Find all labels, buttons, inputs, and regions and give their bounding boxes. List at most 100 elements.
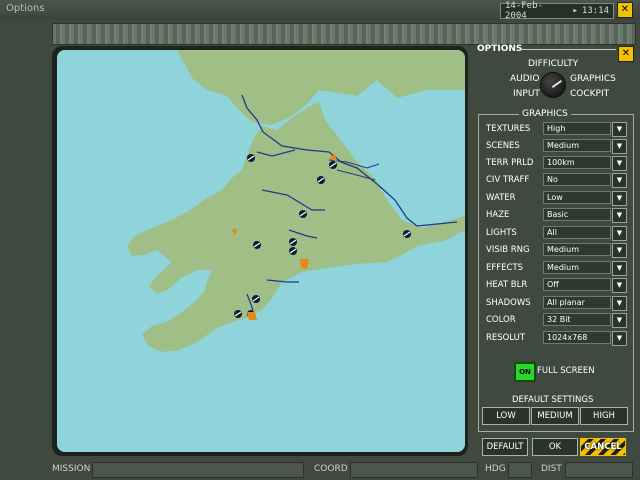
options-divider (520, 49, 616, 50)
chevron-down-icon[interactable]: ▼ (612, 208, 627, 223)
target-icon (403, 230, 411, 238)
default-settings-label: DEFAULT SETTINGS (512, 395, 594, 405)
default-button[interactable]: DEFAULT (482, 438, 528, 456)
terrain-strip (52, 23, 636, 45)
setting-value-select[interactable]: Basic (543, 208, 611, 221)
crimea-map (57, 50, 465, 452)
setting-label: RESOLUT (486, 333, 526, 343)
window-close-icon[interactable]: ✕ (617, 2, 633, 18)
graphics-title: GRAPHICS (519, 109, 571, 119)
setting-label: HAZE (486, 210, 510, 220)
category-knob[interactable] (540, 72, 566, 98)
dist-label: DIST (541, 464, 562, 474)
chevron-down-icon[interactable]: ▼ (612, 296, 627, 311)
chevron-down-icon[interactable]: ▼ (612, 331, 627, 346)
coord-label: COORD (314, 464, 348, 474)
setting-label: TERR PRLD (486, 158, 534, 168)
full-screen-toggle[interactable]: ON (514, 362, 536, 382)
target-icon (299, 210, 307, 218)
setting-value-select[interactable]: High (543, 122, 611, 135)
setting-label: CIV TRAFF (486, 175, 530, 185)
setting-value-select[interactable]: Medium (543, 261, 611, 274)
setting-label: HEAT BLR (486, 280, 528, 290)
dist-field (565, 462, 633, 478)
setting-value-select[interactable]: Medium (543, 243, 611, 256)
target-icon (317, 176, 325, 184)
window-title: Options (6, 3, 45, 14)
setting-row-visib-rng: VISIB RNG Medium ▼ (486, 243, 627, 258)
setting-value-select[interactable]: All planar (543, 296, 611, 309)
setting-row-shadows: SHADOWS All planar ▼ (486, 296, 627, 311)
map-view[interactable] (57, 50, 465, 452)
setting-value-select[interactable]: Low (543, 191, 611, 204)
status-bar: MISSION COORD HDG DIST (0, 460, 640, 480)
target-icon (234, 310, 242, 318)
chevron-down-icon[interactable]: ▼ (612, 173, 627, 188)
coord-field (350, 462, 478, 478)
target-icon (252, 295, 260, 303)
ok-button[interactable]: OK (532, 438, 578, 456)
window-titlebar: Options 14-Feb-2004 ▸ 13:14 ✕ (0, 0, 640, 21)
setting-label: COLOR (486, 315, 516, 325)
chevron-down-icon[interactable]: ▼ (612, 191, 627, 206)
setting-label: WATER (486, 193, 516, 203)
setting-row-lights: LIGHTS All ▼ (486, 226, 627, 241)
setting-row-haze: HAZE Basic ▼ (486, 208, 627, 223)
category-cockpit[interactable]: COCKPIT (570, 89, 609, 99)
setting-row-scenes: SCENES Medium ▼ (486, 139, 627, 154)
setting-value-select[interactable]: All (543, 226, 611, 239)
setting-value-select[interactable]: Medium (543, 139, 611, 152)
setting-value-select[interactable]: 1024x768 (543, 331, 611, 344)
time-readout: 13:14 (581, 6, 609, 16)
setting-label: VISIB RNG (486, 245, 530, 255)
setting-row-effects: EFFECTS Medium ▼ (486, 261, 627, 276)
setting-row-resolut: RESOLUT 1024x768 ▼ (486, 331, 627, 346)
play-icon: ▸ (572, 6, 578, 16)
setting-label: SCENES (486, 141, 520, 151)
setting-value-select[interactable]: Off (543, 278, 611, 291)
target-icon (329, 161, 337, 169)
chevron-down-icon[interactable]: ▼ (612, 122, 627, 137)
target-icon (253, 241, 261, 249)
setting-row-terr-prld: TERR PRLD 100km ▼ (486, 156, 627, 171)
graphics-settings-panel: GRAPHICS TEXTURES High ▼ SCENES Medium ▼… (478, 109, 634, 432)
setting-row-water: WATER Low ▼ (486, 191, 627, 206)
chevron-down-icon[interactable]: ▼ (612, 243, 627, 258)
setting-value-select[interactable]: 100km (543, 156, 611, 169)
category-difficulty[interactable]: DIFFICULTY (528, 59, 578, 69)
chevron-down-icon[interactable]: ▼ (612, 226, 627, 241)
target-icon (247, 154, 255, 162)
setting-row-heat-blr: HEAT BLR Off ▼ (486, 278, 627, 293)
setting-value-select[interactable]: No (543, 173, 611, 186)
chevron-down-icon[interactable]: ▼ (612, 261, 627, 276)
mission-label: MISSION (52, 464, 91, 474)
setting-value-select[interactable]: 32 Bit (543, 313, 611, 326)
chevron-down-icon[interactable]: ▼ (612, 313, 627, 328)
preset-high-button[interactable]: HIGH (580, 407, 628, 425)
setting-row-color: COLOR 32 Bit ▼ (486, 313, 627, 328)
target-icon (289, 247, 297, 255)
category-audio[interactable]: AUDIO (510, 74, 539, 84)
chevron-down-icon[interactable]: ▼ (612, 278, 627, 293)
category-input[interactable]: INPUT (513, 89, 540, 99)
cancel-button[interactable]: CANCEL (580, 438, 626, 456)
chevron-down-icon[interactable]: ▼ (612, 156, 627, 171)
full-screen-label: FULL SCREEN (537, 366, 595, 376)
setting-label: TEXTURES (486, 124, 531, 134)
preset-medium-button[interactable]: MEDIUM (531, 407, 579, 425)
hdg-field (508, 462, 532, 478)
setting-label: SHADOWS (486, 298, 531, 308)
date-readout: 14-Feb-2004 (505, 1, 543, 21)
mission-field (92, 462, 304, 478)
preset-low-button[interactable]: LOW (482, 407, 530, 425)
chevron-down-icon[interactable]: ▼ (612, 139, 627, 154)
category-graphics[interactable]: GRAPHICS (570, 74, 616, 84)
options-title: OPTIONS (477, 44, 523, 54)
setting-row-civ-traff: CIV TRAFF No ▼ (486, 173, 627, 188)
options-category-selector: DIFFICULTY AUDIO GRAPHICS INPUT COCKPIT (476, 56, 636, 104)
target-icon (289, 238, 297, 246)
setting-label: EFFECTS (486, 263, 524, 273)
knob-indicator (551, 80, 562, 88)
setting-row-textures: TEXTURES High ▼ (486, 122, 627, 137)
setting-label: LIGHTS (486, 228, 517, 238)
